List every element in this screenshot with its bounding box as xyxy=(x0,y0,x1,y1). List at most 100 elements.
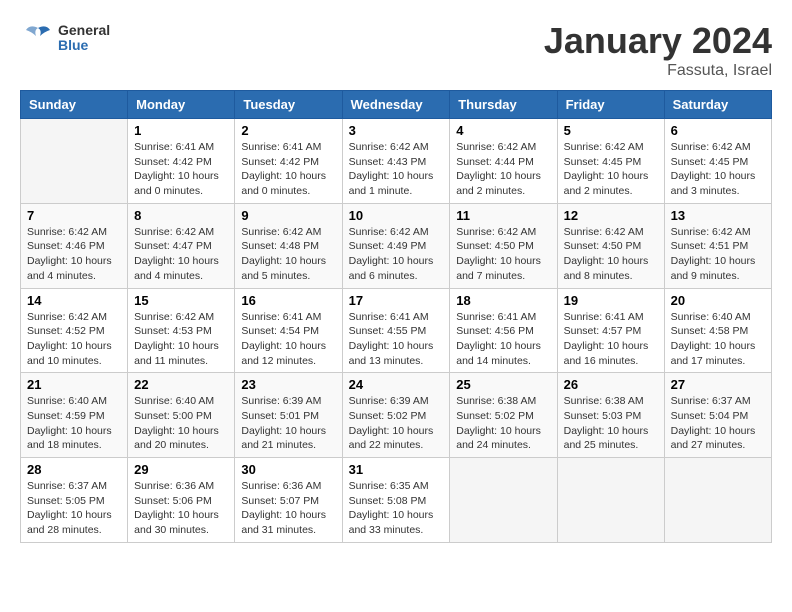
calendar-cell: 7Sunrise: 6:42 AMSunset: 4:46 PMDaylight… xyxy=(21,203,128,288)
calendar-cell: 2Sunrise: 6:41 AMSunset: 4:42 PMDaylight… xyxy=(235,119,342,204)
day-number: 19 xyxy=(564,293,658,308)
day-info: Sunrise: 6:42 AMSunset: 4:53 PMDaylight:… xyxy=(134,310,228,369)
calendar-cell: 4 Sunrise: 6:42 AMSunset: 4:44 PMDaylight… xyxy=(450,119,557,204)
calendar-cell: 10 Sunrise: 6:42 AMSunset: 4:49 PMDayligh… xyxy=(342,203,450,288)
calendar-cell xyxy=(21,119,128,204)
day-info: Sunrise: 6:42 AMSunset: 4:44 PMDaylight:… xyxy=(456,140,550,199)
calendar-week-row: 28 Sunrise: 6:37 AMSunset: 5:05 PMDayligh… xyxy=(21,458,772,543)
day-info: Sunrise: 6:37 AMSunset: 5:04 PMDaylight:… xyxy=(671,394,765,453)
calendar-cell: 15 Sunrise: 6:42 AMSunset: 4:53 PMDayligh… xyxy=(128,288,235,373)
calendar-cell: 26 Sunrise: 6:38 AMSunset: 5:03 PMDayligh… xyxy=(557,373,664,458)
day-number: 13 xyxy=(671,208,765,223)
day-info: Sunrise: 6:42 AMSunset: 4:46 PMDaylight:… xyxy=(27,225,121,284)
calendar-cell: 8Sunrise: 6:42 AMSunset: 4:47 PMDaylight… xyxy=(128,203,235,288)
weekday-header: Saturday xyxy=(664,91,771,119)
calendar-cell: 28 Sunrise: 6:37 AMSunset: 5:05 PMDayligh… xyxy=(21,458,128,543)
day-info: Sunrise: 6:38 AMSunset: 5:02 PMDaylight:… xyxy=(456,394,550,453)
weekday-header: Monday xyxy=(128,91,235,119)
logo-bird-icon xyxy=(20,20,56,56)
calendar-cell xyxy=(557,458,664,543)
day-number: 28 xyxy=(27,462,121,477)
logo-text-general: General xyxy=(58,23,110,38)
day-number: 30 xyxy=(241,462,335,477)
day-info: Sunrise: 6:38 AMSunset: 5:03 PMDaylight:… xyxy=(564,394,658,453)
day-number: 27 xyxy=(671,377,765,392)
day-number: 29 xyxy=(134,462,228,477)
day-info: Sunrise: 6:42 AMSunset: 4:49 PMDaylight:… xyxy=(349,225,444,284)
day-number: 12 xyxy=(564,208,658,223)
calendar-cell: 1 Sunrise: 6:41 AMSunset: 4:42 PMDaylight… xyxy=(128,119,235,204)
day-number: 10 xyxy=(349,208,444,223)
day-number: 15 xyxy=(134,293,228,308)
calendar-cell: 20 Sunrise: 6:40 AMSunset: 4:58 PMDayligh… xyxy=(664,288,771,373)
day-number: 1 xyxy=(134,123,228,138)
calendar-header-row: SundayMondayTuesdayWednesdayThursdayFrid… xyxy=(21,91,772,119)
day-info: Sunrise: 6:42 AMSunset: 4:43 PMDaylight:… xyxy=(349,140,444,199)
calendar-table: SundayMondayTuesdayWednesdayThursdayFrid… xyxy=(20,90,772,543)
day-info: Sunrise: 6:40 AMSunset: 4:59 PMDaylight:… xyxy=(27,394,121,453)
calendar-cell: 6 Sunrise: 6:42 AMSunset: 4:45 PMDaylight… xyxy=(664,119,771,204)
weekday-header: Sunday xyxy=(21,91,128,119)
day-info: Sunrise: 6:41 AMSunset: 4:55 PMDaylight:… xyxy=(349,310,444,369)
day-number: 24 xyxy=(349,377,444,392)
day-info: Sunrise: 6:42 AMSunset: 4:52 PMDaylight:… xyxy=(27,310,121,369)
day-number: 4 xyxy=(456,123,550,138)
day-number: 2 xyxy=(241,123,335,138)
calendar-cell: 13 Sunrise: 6:42 AMSunset: 4:51 PMDayligh… xyxy=(664,203,771,288)
day-info: Sunrise: 6:42 AMSunset: 4:45 PMDaylight:… xyxy=(671,140,765,199)
weekday-header: Friday xyxy=(557,91,664,119)
day-info: Sunrise: 6:42 AMSunset: 4:45 PMDaylight:… xyxy=(564,140,658,199)
calendar-cell: 31 Sunrise: 6:35 AMSunset: 5:08 PMDayligh… xyxy=(342,458,450,543)
calendar-cell: 22 Sunrise: 6:40 AMSunset: 5:00 PMDayligh… xyxy=(128,373,235,458)
day-number: 14 xyxy=(27,293,121,308)
day-number: 23 xyxy=(241,377,335,392)
day-info: Sunrise: 6:41 AMSunset: 4:42 PMDaylight:… xyxy=(134,140,228,199)
day-number: 31 xyxy=(349,462,444,477)
day-info: Sunrise: 6:42 AMSunset: 4:48 PMDaylight:… xyxy=(241,225,335,284)
day-number: 21 xyxy=(27,377,121,392)
calendar-cell: 18 Sunrise: 6:41 AMSunset: 4:56 PMDayligh… xyxy=(450,288,557,373)
day-info: Sunrise: 6:41 AMSunset: 4:57 PMDaylight:… xyxy=(564,310,658,369)
calendar-cell xyxy=(664,458,771,543)
day-number: 9 xyxy=(241,208,335,223)
calendar-cell: 24 Sunrise: 6:39 AMSunset: 5:02 PMDayligh… xyxy=(342,373,450,458)
location-title: Fassuta, Israel xyxy=(544,62,772,80)
day-info: Sunrise: 6:42 AMSunset: 4:50 PMDaylight:… xyxy=(564,225,658,284)
logo-text-blue: Blue xyxy=(58,38,110,53)
day-info: Sunrise: 6:35 AMSunset: 5:08 PMDaylight:… xyxy=(349,479,444,538)
day-info: Sunrise: 6:37 AMSunset: 5:05 PMDaylight:… xyxy=(27,479,121,538)
day-number: 6 xyxy=(671,123,765,138)
day-info: Sunrise: 6:42 AMSunset: 4:51 PMDaylight:… xyxy=(671,225,765,284)
day-info: Sunrise: 6:41 AMSunset: 4:54 PMDaylight:… xyxy=(241,310,335,369)
calendar-cell: 11Sunrise: 6:42 AMSunset: 4:50 PMDayligh… xyxy=(450,203,557,288)
calendar-cell: 12 Sunrise: 6:42 AMSunset: 4:50 PMDayligh… xyxy=(557,203,664,288)
day-number: 17 xyxy=(349,293,444,308)
day-info: Sunrise: 6:39 AMSunset: 5:01 PMDaylight:… xyxy=(241,394,335,453)
calendar-week-row: 14 Sunrise: 6:42 AMSunset: 4:52 PMDayligh… xyxy=(21,288,772,373)
day-info: Sunrise: 6:40 AMSunset: 5:00 PMDaylight:… xyxy=(134,394,228,453)
day-info: Sunrise: 6:41 AMSunset: 4:56 PMDaylight:… xyxy=(456,310,550,369)
day-info: Sunrise: 6:36 AMSunset: 5:06 PMDaylight:… xyxy=(134,479,228,538)
day-info: Sunrise: 6:40 AMSunset: 4:58 PMDaylight:… xyxy=(671,310,765,369)
day-number: 11 xyxy=(456,208,550,223)
day-info: Sunrise: 6:39 AMSunset: 5:02 PMDaylight:… xyxy=(349,394,444,453)
month-title: January 2024 xyxy=(544,20,772,62)
day-number: 22 xyxy=(134,377,228,392)
calendar-week-row: 7Sunrise: 6:42 AMSunset: 4:46 PMDaylight… xyxy=(21,203,772,288)
day-number: 26 xyxy=(564,377,658,392)
calendar-cell: 9 Sunrise: 6:42 AMSunset: 4:48 PMDaylight… xyxy=(235,203,342,288)
calendar-cell: 16 Sunrise: 6:41 AMSunset: 4:54 PMDayligh… xyxy=(235,288,342,373)
calendar-cell: 3Sunrise: 6:42 AMSunset: 4:43 PMDaylight… xyxy=(342,119,450,204)
day-number: 18 xyxy=(456,293,550,308)
calendar-cell: 29 Sunrise: 6:36 AMSunset: 5:06 PMDayligh… xyxy=(128,458,235,543)
day-number: 20 xyxy=(671,293,765,308)
weekday-header: Wednesday xyxy=(342,91,450,119)
weekday-header: Tuesday xyxy=(235,91,342,119)
day-number: 25 xyxy=(456,377,550,392)
day-number: 16 xyxy=(241,293,335,308)
calendar-cell: 27 Sunrise: 6:37 AMSunset: 5:04 PMDayligh… xyxy=(664,373,771,458)
calendar-cell: 5Sunrise: 6:42 AMSunset: 4:45 PMDaylight… xyxy=(557,119,664,204)
page-header: General Blue January 2024 Fassuta, Israe… xyxy=(20,20,772,80)
logo: General Blue xyxy=(20,20,110,56)
day-info: Sunrise: 6:36 AMSunset: 5:07 PMDaylight:… xyxy=(241,479,335,538)
